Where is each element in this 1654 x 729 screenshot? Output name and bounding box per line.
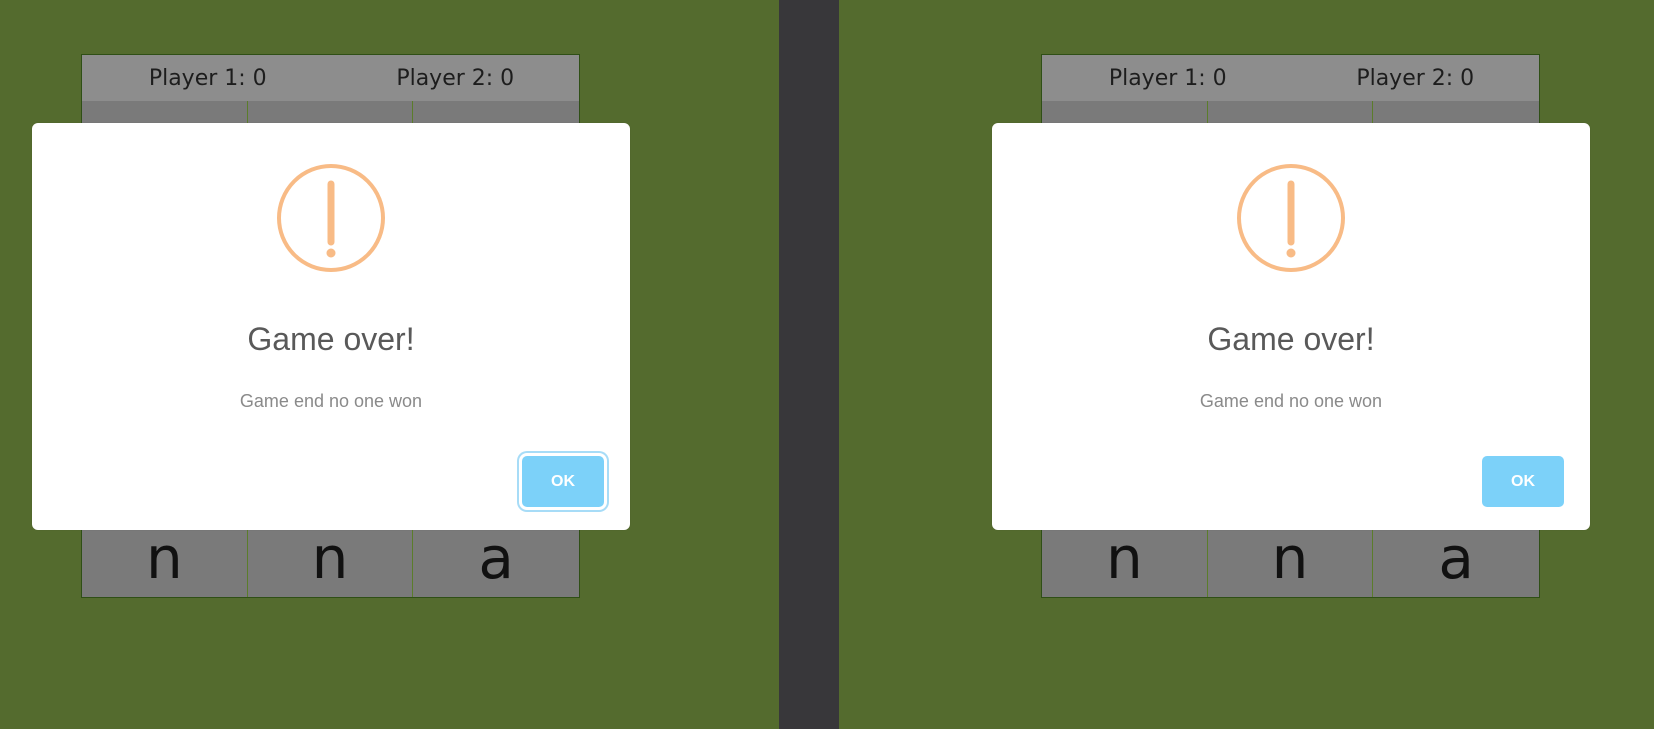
modal-message: Game end no one won bbox=[1199, 391, 1383, 411]
ok-button[interactable]: OK bbox=[1482, 456, 1564, 507]
scoreboard: Player 1: 0 Player 2: 0 bbox=[1042, 55, 1539, 101]
center-divider bbox=[779, 0, 839, 729]
scoreboard: Player 1: 0 Player 2: 0 bbox=[82, 55, 579, 101]
cell-value: n bbox=[311, 523, 349, 592]
warning-icon bbox=[277, 164, 385, 272]
player-2-score: Player 2: 0 bbox=[1356, 65, 1475, 91]
cell-value: a bbox=[478, 523, 514, 592]
right-game-pane: Player 1: 0 Player 2: 0 n n a Game over!… bbox=[839, 0, 1654, 729]
warning-icon bbox=[1237, 164, 1345, 272]
cell-value: n bbox=[145, 523, 183, 592]
player-1-score: Player 1: 0 bbox=[148, 65, 267, 91]
modal-title: Game over! bbox=[247, 321, 415, 357]
modal-title: Game over! bbox=[1207, 321, 1375, 357]
game-over-modal: Game over! Game end no one won OK bbox=[32, 123, 630, 530]
cell-value: a bbox=[1438, 523, 1474, 592]
left-game-pane: Player 1: 0 Player 2: 0 n n a Game over!… bbox=[0, 0, 779, 729]
game-over-modal: Game over! Game end no one won OK bbox=[992, 123, 1590, 530]
player-1-score: Player 1: 0 bbox=[1108, 65, 1227, 91]
cell-value: n bbox=[1105, 523, 1143, 592]
cell-value: n bbox=[1271, 523, 1309, 592]
ok-button[interactable]: OK bbox=[522, 456, 604, 507]
modal-message: Game end no one won bbox=[239, 391, 423, 411]
player-2-score: Player 2: 0 bbox=[396, 65, 515, 91]
